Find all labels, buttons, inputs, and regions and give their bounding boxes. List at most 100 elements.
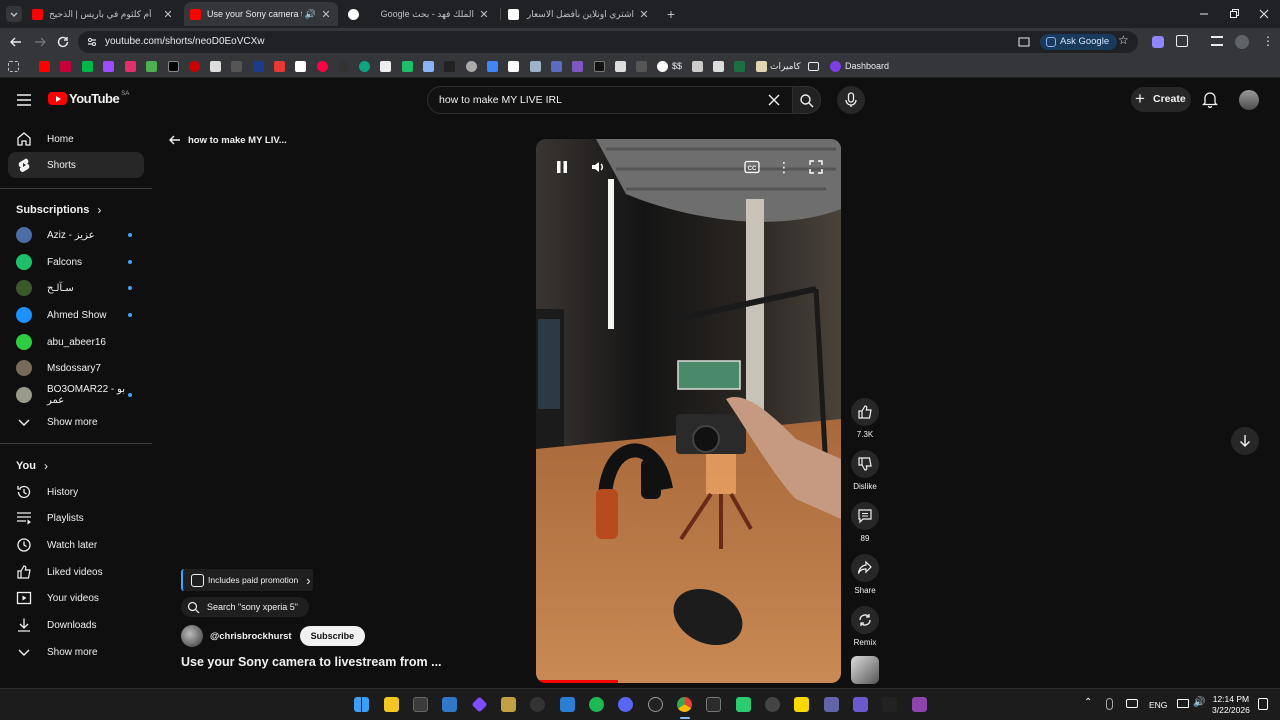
close-tab-icon[interactable]: ✕ [162, 8, 174, 21]
bookmark-icon[interactable] [402, 61, 413, 72]
subscription-item[interactable]: Msdossary7 [8, 355, 144, 381]
subscription-item[interactable]: abu_abeer16 [8, 329, 144, 355]
discord-icon[interactable] [618, 697, 633, 712]
back-to-search-button[interactable]: how to make MY LIV... [168, 133, 287, 147]
notification-center-icon[interactable] [1258, 698, 1268, 710]
taskbar-app-icon[interactable] [853, 697, 868, 712]
bookmark-icon[interactable] [231, 61, 242, 72]
browser-tab-3[interactable]: الملك فهد - بحث Google ✕ [342, 2, 496, 26]
volume-button[interactable] [588, 157, 608, 177]
apps-grid-icon[interactable] [8, 61, 19, 72]
sidebar-item-downloads[interactable]: Downloads [8, 612, 144, 638]
account-avatar[interactable] [1239, 90, 1259, 110]
bookmark-icon[interactable] [295, 61, 306, 72]
bookmark-icon[interactable] [253, 61, 264, 72]
bookmark-icon[interactable] [423, 61, 434, 72]
forward-button[interactable] [32, 34, 48, 50]
bookmark-label[interactable]: Dashboard [845, 61, 889, 71]
sidebar-item-history[interactable]: History [8, 479, 144, 505]
bookmark-icon[interactable] [146, 61, 157, 72]
ask-google-button[interactable]: Ask Google [1040, 34, 1118, 50]
bookmark-instagram-icon[interactable] [125, 61, 136, 72]
bookmark-icon[interactable] [551, 61, 562, 72]
create-button[interactable]: + Create [1131, 87, 1191, 112]
bookmark-icon[interactable] [274, 61, 285, 72]
next-short-button[interactable] [1231, 427, 1259, 455]
search-button[interactable] [793, 86, 821, 114]
taskbar-app-icon[interactable] [530, 697, 545, 712]
teams-icon[interactable] [824, 697, 839, 712]
bookmark-icon[interactable] [530, 61, 541, 72]
subscriptions-header[interactable]: Subscriptions › [16, 203, 101, 217]
close-tab-icon[interactable]: ✕ [320, 8, 332, 21]
bookmark-amazon-icon[interactable] [508, 61, 519, 72]
bookmark-x-icon[interactable] [168, 61, 179, 72]
bookmark-icon[interactable] [82, 61, 93, 72]
back-button[interactable] [8, 34, 24, 50]
browser-tab-4[interactable]: اشتري اونلاين بأفضل الاسعار بالسعودية ✕ [502, 2, 656, 26]
subscription-item[interactable]: Falcons [8, 249, 144, 275]
tab-search-button[interactable] [6, 6, 22, 22]
channel-name[interactable]: @chrisbrockhurst [210, 631, 292, 642]
show-more-subscriptions-button[interactable]: Show more [8, 409, 144, 435]
file-explorer-icon[interactable] [384, 697, 399, 712]
profile-avatar[interactable] [1235, 35, 1249, 49]
voice-search-button[interactable] [837, 86, 865, 114]
bookmark-icon[interactable] [60, 61, 71, 72]
bookmark-icon[interactable] [103, 61, 114, 72]
channel-avatar[interactable] [181, 625, 203, 647]
system-clock[interactable]: 12:14 PM 3/22/2026 [1212, 694, 1250, 716]
bookmark-icon[interactable] [444, 61, 455, 72]
you-header[interactable]: You › [16, 459, 48, 473]
subscription-item[interactable]: سـآلـح [8, 275, 144, 301]
video-title[interactable]: Use your Sony camera to livestream from … [181, 655, 442, 669]
bookmark-icon[interactable] [487, 61, 498, 72]
bookmark-label[interactable]: $$ [672, 61, 682, 71]
fullscreen-button[interactable] [806, 157, 826, 177]
network-icon[interactable] [1177, 699, 1189, 708]
bookmark-icon[interactable] [636, 61, 647, 72]
sidebar-item-liked-videos[interactable]: Liked videos [8, 559, 144, 585]
taskbar-app-icon[interactable] [648, 697, 663, 712]
extension-icon[interactable] [1152, 36, 1164, 48]
bookmark-icon[interactable] [830, 61, 841, 72]
reading-list-icon[interactable] [1211, 36, 1223, 46]
youtube-logo[interactable]: YouTube SA [48, 91, 129, 106]
taskbar-app-icon[interactable] [560, 697, 575, 712]
bookmark-icon[interactable] [359, 61, 370, 72]
taskbar-app-icon[interactable] [501, 697, 516, 712]
sidebar-item-home[interactable]: Home [8, 126, 144, 152]
speaker-icon[interactable]: 🔊 [305, 9, 316, 20]
subscription-item[interactable]: Aziz - عزيز [8, 222, 144, 248]
remix-button[interactable] [851, 606, 879, 634]
bookmark-icon[interactable] [189, 61, 200, 72]
bookmark-google-icon[interactable] [657, 61, 668, 72]
sidebar-item-shorts[interactable]: Shorts [8, 152, 144, 178]
volume-tray-icon[interactable]: 🔊 [1193, 697, 1205, 708]
bookmark-star-icon[interactable]: ☆ [1118, 33, 1129, 47]
language-indicator[interactable]: ENG [1149, 700, 1167, 710]
bookmark-icon[interactable] [317, 61, 328, 72]
more-options-button[interactable]: ⋮ [774, 157, 794, 177]
spotify-icon[interactable] [589, 697, 604, 712]
extensions-puzzle-icon[interactable] [1176, 35, 1188, 47]
subscribe-button[interactable]: Subscribe [299, 626, 366, 646]
bookmark-icon[interactable] [713, 61, 724, 72]
close-tab-icon[interactable]: ✕ [478, 8, 490, 21]
taskbar-app-icon[interactable] [471, 696, 488, 713]
notifications-button[interactable] [1202, 91, 1218, 108]
new-tab-button[interactable]: + [662, 5, 680, 23]
cast-icon[interactable] [1018, 36, 1030, 48]
address-bar[interactable]: youtube.com/shorts/neoD0EoVCXw Ask Googl… [78, 31, 1138, 53]
bookmark-icon[interactable] [594, 61, 605, 72]
start-windows-icon[interactable] [354, 697, 369, 712]
search-suggestion-chip[interactable]: Search "sony xperia 5" [181, 597, 309, 617]
site-info-icon[interactable] [86, 36, 98, 48]
show-hidden-icons-icon[interactable]: ⌃ [1084, 697, 1092, 708]
pause-button[interactable] [552, 157, 572, 177]
sidebar-item-watch-later[interactable]: Watch later [8, 532, 144, 558]
taskbar-app-icon[interactable] [765, 697, 780, 712]
folder-icon[interactable] [808, 62, 819, 71]
comments-button[interactable] [851, 502, 879, 530]
microphone-tray-icon[interactable] [1106, 698, 1113, 710]
